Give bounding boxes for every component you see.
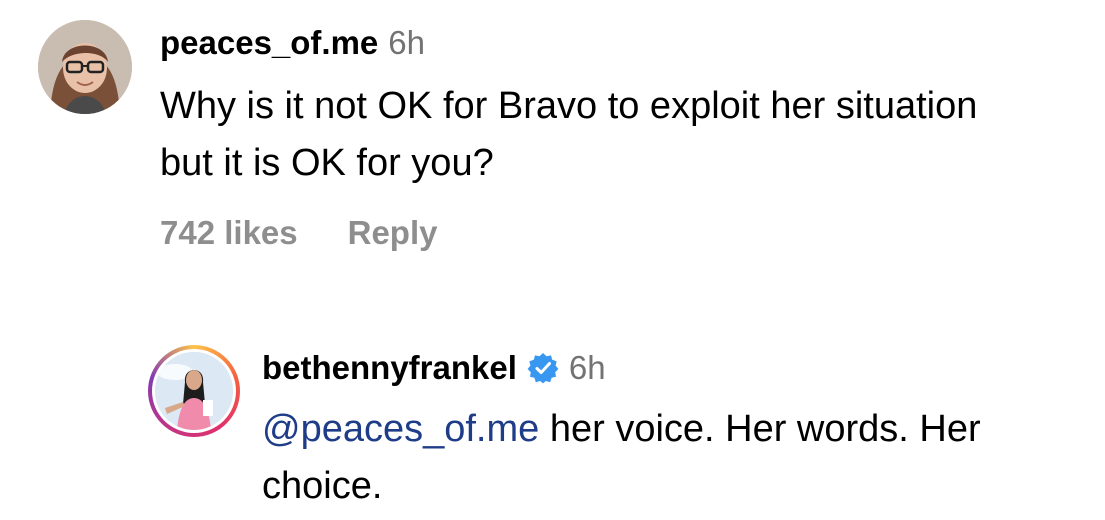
comment: peaces_of.me 6h Why is it not OK for Bra… — [38, 20, 1040, 255]
timestamp: 6h — [568, 349, 606, 386]
reply-button[interactable]: Reply — [348, 211, 438, 255]
mention-link[interactable]: @peaces_of.me — [262, 408, 539, 450]
story-ring[interactable] — [148, 345, 240, 437]
avatar[interactable] — [38, 20, 132, 114]
timestamp: 6h — [388, 24, 426, 61]
username[interactable]: bethennyfrankel — [262, 345, 517, 391]
user-avatar-image — [155, 352, 233, 430]
comment-actions: 742 likes Reply — [160, 211, 1040, 255]
verified-badge-icon — [527, 352, 559, 384]
reply-header: bethennyfrankel 6h — [262, 345, 1092, 391]
comment-header: peaces_of.me 6h — [160, 20, 1040, 66]
reply-content: bethennyfrankel 6h @peaces_of.me her voi… — [262, 345, 1092, 515]
user-avatar-image — [38, 20, 132, 114]
comment-content: peaces_of.me 6h Why is it not OK for Bra… — [160, 20, 1040, 255]
reply-text: @peaces_of.me her voice. Her words. Her … — [262, 401, 1092, 515]
likes-count[interactable]: 742 likes — [160, 211, 298, 255]
comment-text: Why is it not OK for Bravo to exploit he… — [160, 85, 978, 184]
reply-comment: bethennyfrankel 6h @peaces_of.me her voi… — [148, 345, 1092, 515]
avatar-ring-inner — [152, 349, 236, 433]
username[interactable]: peaces_of.me — [160, 20, 378, 66]
avatar — [155, 352, 233, 430]
